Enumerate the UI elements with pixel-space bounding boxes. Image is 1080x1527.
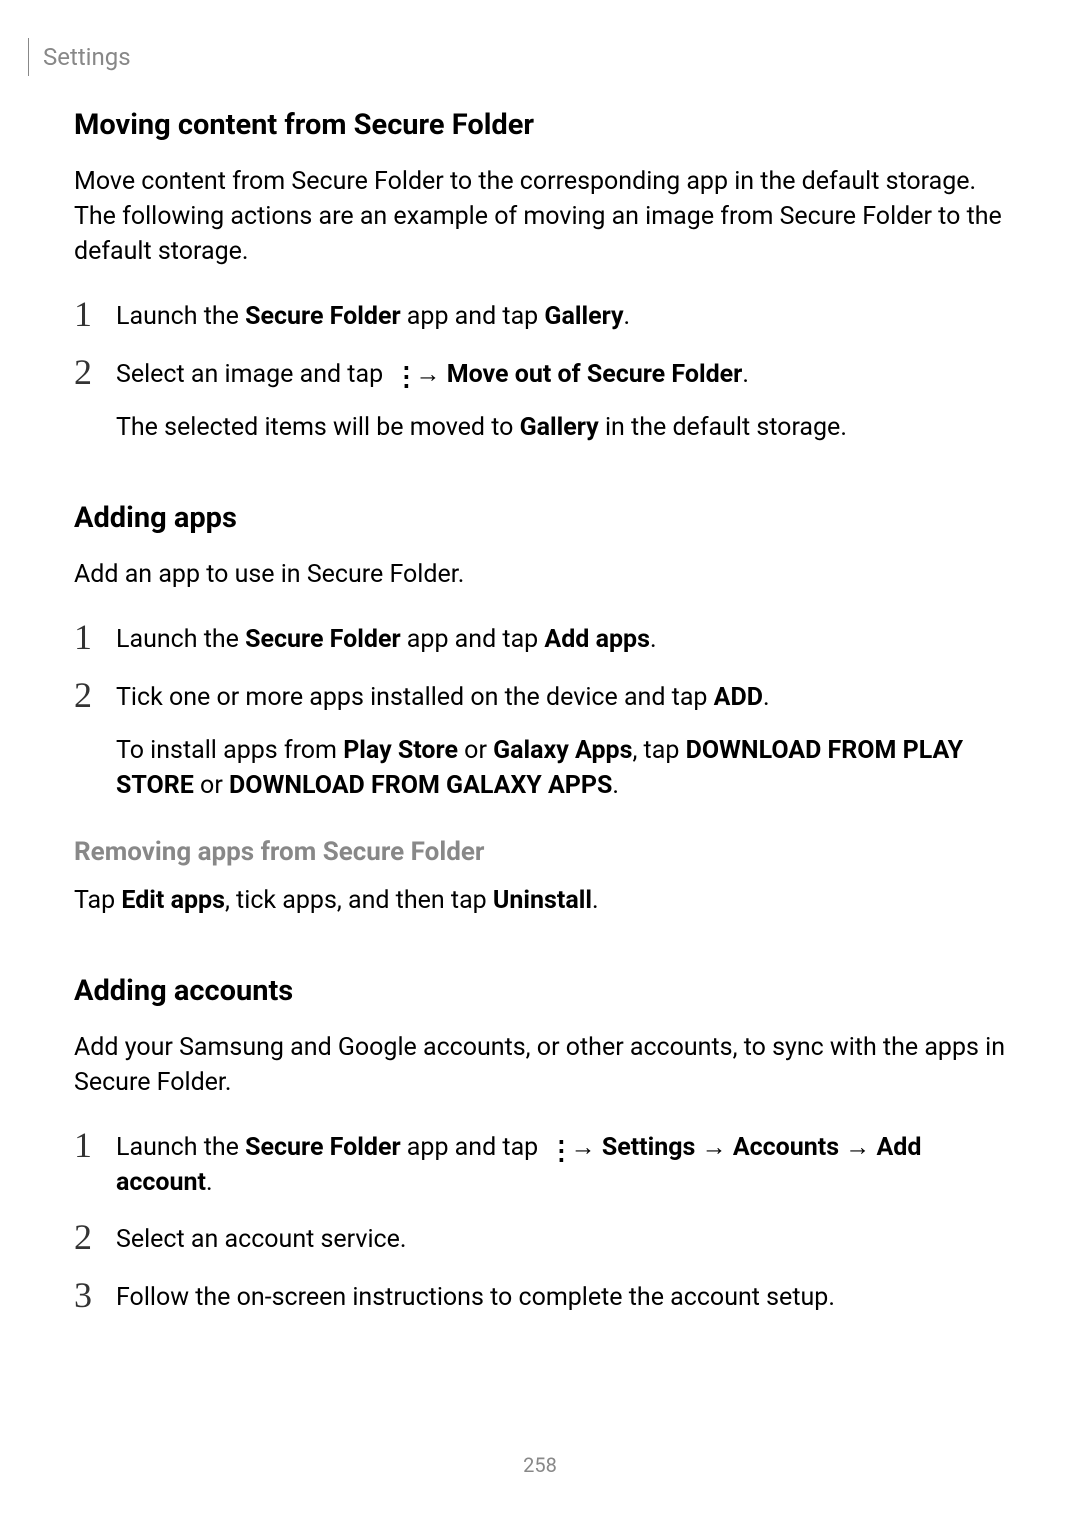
- text-fragment: Tap: [74, 886, 121, 915]
- page-header: Settings: [28, 38, 131, 76]
- page-number: 258: [0, 1453, 1080, 1477]
- heading-adding-apps: Adding apps: [74, 501, 1006, 535]
- step-text: Launch the Secure Folder app and tap Add…: [116, 618, 657, 657]
- bold-fragment: Play Store: [343, 736, 458, 765]
- text-fragment: .: [206, 1168, 213, 1197]
- intro-moving-content: Move content from Secure Folder to the c…: [74, 164, 1006, 269]
- bold-fragment: Galaxy Apps: [493, 736, 632, 765]
- bold-fragment: Accounts: [733, 1133, 839, 1162]
- bold-fragment: ADD: [714, 683, 763, 712]
- more-options-icon: [546, 1137, 562, 1161]
- text-fragment: or: [194, 771, 229, 800]
- removing-apps-text: Tap Edit apps, tick apps, and then tap U…: [74, 883, 1006, 918]
- text-fragment: .: [612, 771, 619, 800]
- text-fragment: .: [650, 625, 657, 654]
- bold-fragment: Move out of Secure Folder: [447, 360, 743, 389]
- text-fragment: .: [742, 360, 749, 389]
- moving-step-1: 1 Launch the Secure Folder app and tap G…: [74, 295, 1006, 335]
- text-fragment: The selected items will be moved to: [116, 413, 520, 442]
- bold-fragment: Gallery: [544, 302, 623, 331]
- bold-fragment: Secure Folder: [245, 625, 400, 654]
- text-fragment: Launch the: [116, 1133, 245, 1162]
- text-fragment: in the default storage.: [599, 413, 847, 442]
- text-fragment: app and tap: [401, 625, 545, 654]
- header-divider: [28, 38, 29, 76]
- subheading-removing-apps: Removing apps from Secure Folder: [74, 837, 1006, 867]
- step-number: 1: [74, 295, 116, 335]
- text-fragment: app and tap: [401, 302, 545, 331]
- step-number: 2: [74, 676, 116, 716]
- moving-step-2-sub: The selected items will be moved to Gall…: [116, 410, 1006, 445]
- moving-step-2: 2 Select an image and tap → Move out of …: [74, 353, 1006, 393]
- step-text: Select an account service.: [116, 1218, 406, 1257]
- text-fragment: .: [763, 683, 770, 712]
- step-number: 3: [74, 1276, 116, 1316]
- bold-fragment: DOWNLOAD FROM GALAXY APPS: [229, 771, 612, 800]
- step-text: Follow the on-screen instructions to com…: [116, 1276, 835, 1315]
- step-number: 1: [74, 618, 116, 658]
- adding-accounts-step-1: 1 Launch the Secure Folder app and tap →…: [74, 1126, 1006, 1200]
- text-fragment: or: [458, 736, 493, 765]
- text-fragment: Select an image and tap: [116, 360, 389, 389]
- adding-apps-step-2-sub: To install apps from Play Store or Galax…: [116, 733, 1006, 803]
- arrow-icon: →: [839, 1133, 876, 1162]
- step-text: Launch the Secure Folder app and tap → S…: [116, 1126, 1006, 1200]
- more-options-icon: [391, 363, 407, 387]
- bold-fragment: Gallery: [520, 413, 599, 442]
- bold-fragment: Secure Folder: [245, 302, 400, 331]
- step-text: Launch the Secure Folder app and tap Gal…: [116, 295, 630, 334]
- step-text: Tick one or more apps installed on the d…: [116, 676, 770, 715]
- text-fragment: .: [624, 302, 631, 331]
- text-fragment: app and tap: [401, 1133, 545, 1162]
- adding-apps-step-2: 2 Tick one or more apps installed on the…: [74, 676, 1006, 716]
- step-number: 2: [74, 353, 116, 393]
- adding-accounts-step-2: 2 Select an account service.: [74, 1218, 1006, 1258]
- text-fragment: .: [592, 886, 599, 915]
- text-fragment: , tap: [632, 736, 685, 765]
- intro-adding-apps: Add an app to use in Secure Folder.: [74, 557, 1006, 592]
- step-number: 2: [74, 1218, 116, 1258]
- header-section-label: Settings: [43, 43, 131, 71]
- text-fragment: Tick one or more apps installed on the d…: [116, 683, 714, 712]
- heading-moving-content: Moving content from Secure Folder: [74, 108, 1006, 142]
- bold-fragment: Uninstall: [493, 886, 592, 915]
- adding-accounts-step-3: 3 Follow the on-screen instructions to c…: [74, 1276, 1006, 1316]
- text-fragment: To install apps from: [116, 736, 343, 765]
- text-fragment: , tick apps, and then tap: [225, 886, 493, 915]
- step-text: Select an image and tap → Move out of Se…: [116, 353, 749, 392]
- bold-fragment: Edit apps: [121, 886, 225, 915]
- intro-adding-accounts: Add your Samsung and Google accounts, or…: [74, 1030, 1006, 1100]
- main-content: Moving content from Secure Folder Move c…: [74, 108, 1006, 1334]
- bold-fragment: Settings: [602, 1133, 696, 1162]
- step-number: 1: [74, 1126, 116, 1166]
- text-fragment: Launch the: [116, 625, 245, 654]
- bold-fragment: Add apps: [544, 625, 650, 654]
- text-fragment: Launch the: [116, 302, 245, 331]
- adding-apps-step-1: 1 Launch the Secure Folder app and tap A…: [74, 618, 1006, 658]
- bold-fragment: Secure Folder: [245, 1133, 400, 1162]
- arrow-icon: →: [695, 1133, 732, 1162]
- heading-adding-accounts: Adding accounts: [74, 974, 1006, 1008]
